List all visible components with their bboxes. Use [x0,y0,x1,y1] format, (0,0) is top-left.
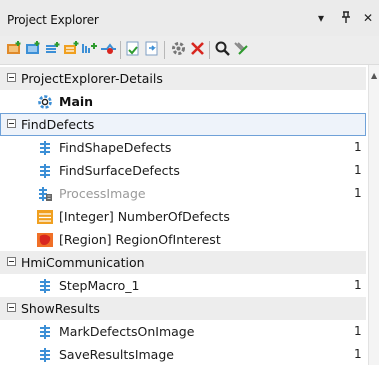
settings-icon[interactable] [170,40,187,57]
region-variable-icon [37,232,53,248]
tree-item-label: SaveResultsImage [59,347,174,362]
usage-count: 1 [354,140,362,154]
tree-item-numberofdefects[interactable]: [Integer] NumberOfDefects [0,205,366,228]
add-variable-icon[interactable] [63,40,80,57]
collapse-toggle-icon[interactable] [7,73,16,82]
tree-item-label: StepMacro_1 [59,278,140,293]
find-replace-icon[interactable] [233,40,250,57]
usage-count: 1 [354,186,362,200]
usage-count: 1 [354,163,362,177]
step-icon [37,163,53,179]
tree-item-label: [Integer] NumberOfDefects [59,209,230,224]
group-row-hmicommunication[interactable]: HmiCommunication [0,251,366,274]
panel-title: Project Explorer [7,13,99,27]
group-label: ProjectExplorer-Details [21,71,163,86]
project-tree: ProjectExplorer-Details Main FindDefects… [0,65,368,365]
step-icon [37,140,53,156]
toolbar-separator [209,41,210,59]
collapse-toggle-icon[interactable] [7,119,16,128]
group-label: ShowResults [21,301,100,316]
panel-menu-dropdown-icon[interactable]: ▾ [318,11,324,25]
close-panel-icon[interactable]: ✕ [363,11,373,25]
tree-item-label: FindSurfaceDefects [59,163,180,178]
collapse-toggle-icon[interactable] [7,257,16,266]
usage-count: 1 [354,278,362,292]
collapse-toggle-icon[interactable] [7,303,16,312]
delete-icon[interactable] [189,40,206,57]
add-io-icon[interactable] [81,40,98,57]
step-icon [37,278,53,294]
panel-header: Project Explorer ▾ ✕ [0,0,379,36]
tree-item-stepmacro-1[interactable]: StepMacro_1 1 [0,274,366,297]
add-link-icon[interactable] [100,40,117,57]
tree-item-findsurfacedefects[interactable]: FindSurfaceDefects 1 [0,159,366,182]
tree-item-markdefectsonimage[interactable]: MarkDefectsOnImage 1 [0,320,366,343]
tree-item-label: Main [59,94,94,109]
new-item-icon[interactable] [6,40,23,57]
step-icon [37,324,53,340]
process-step-icon [37,186,53,202]
group-row-finddefects[interactable]: FindDefects [0,113,366,136]
main-gear-icon [37,94,53,110]
group-row-projectexplorer-details[interactable]: ProjectExplorer-Details [0,67,366,90]
copy-icon[interactable] [144,40,161,57]
paste-icon[interactable] [125,40,142,57]
toolbar-separator [120,41,121,59]
tree-item-label: ProcessImage [59,186,146,201]
add-step-icon[interactable] [44,40,61,57]
tree-item-label: MarkDefectsOnImage [59,324,195,339]
search-icon[interactable] [214,40,231,57]
integer-variable-icon [37,209,53,225]
group-label: HmiCommunication [21,255,145,270]
scroll-up-icon[interactable]: ▲ [371,71,377,80]
toolbar-separator [164,41,165,59]
tree-item-processimage[interactable]: ProcessImage 1 [0,182,366,205]
usage-count: 1 [354,324,362,338]
toolbar [0,36,379,65]
pin-icon[interactable] [341,11,351,26]
step-icon [37,347,53,363]
tree-item-regionofinterest[interactable]: [Region] RegionOfInterest [0,228,366,251]
new-macro-icon[interactable] [25,40,42,57]
tree-item-label: [Region] RegionOfInterest [59,232,221,247]
tree-item-main[interactable]: Main [0,90,366,113]
tree-item-label: FindShapeDefects [59,140,172,155]
usage-count: 1 [354,347,362,361]
vertical-scrollbar[interactable]: ▲ [368,65,379,365]
tree-item-findshapedefects[interactable]: FindShapeDefects 1 [0,136,366,159]
group-row-showresults[interactable]: ShowResults [0,297,366,320]
group-label: FindDefects [21,117,95,132]
tree-item-saveresultsimage[interactable]: SaveResultsImage 1 [0,343,366,366]
